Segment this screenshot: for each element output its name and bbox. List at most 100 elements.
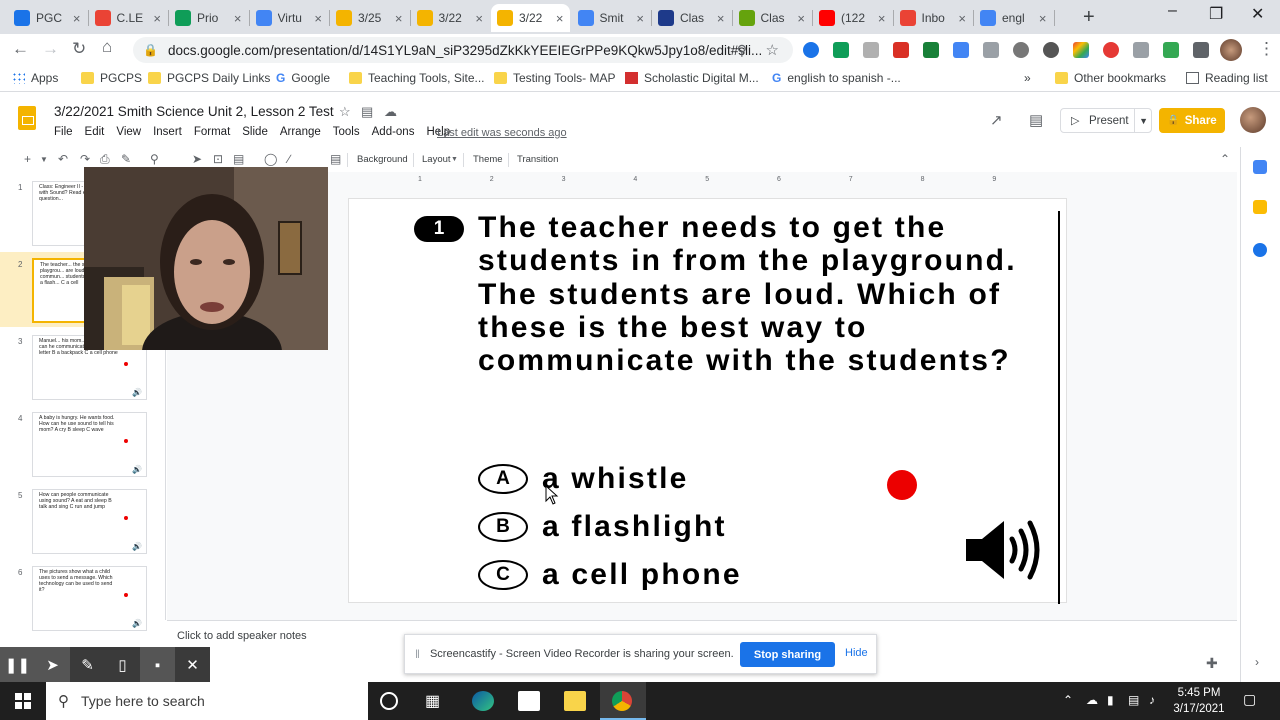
browser-tab[interactable]: Prio ×: [169, 4, 248, 32]
extension-icon[interactable]: [1073, 42, 1089, 58]
new-tab-button[interactable]: +: [1083, 6, 1095, 29]
answer-option[interactable]: C a cell phone: [478, 558, 742, 592]
shape-icon[interactable]: ◯: [264, 152, 277, 166]
home-icon[interactable]: ⌂: [102, 37, 112, 57]
speaker-volume-icon[interactable]: [964, 517, 1044, 583]
transition-button[interactable]: Transition: [517, 154, 558, 165]
cursor-icon[interactable]: ➤: [35, 647, 70, 683]
bookmark-teaching-tools[interactable]: Teaching Tools, Site...: [349, 71, 485, 85]
menu-addons[interactable]: Add-ons: [372, 126, 415, 138]
answer-option[interactable]: A a whistle: [478, 462, 689, 496]
battery-icon[interactable]: ▮: [1107, 693, 1114, 707]
menu-insert[interactable]: Insert: [153, 126, 182, 138]
document-title[interactable]: 3/22/2021 Smith Science Unit 2, Lesson 2…: [54, 104, 334, 119]
chrome-menu-icon[interactable]: ⋮: [1258, 39, 1275, 59]
bookmark-pgcps[interactable]: PGCPS: [81, 71, 142, 85]
bookmarks-overflow-button[interactable]: »: [1024, 71, 1031, 85]
select-cursor-icon[interactable]: ➤: [192, 152, 202, 166]
menu-arrange[interactable]: Arrange: [280, 126, 321, 138]
chevron-up-icon[interactable]: ⌃: [1063, 693, 1073, 707]
background-button[interactable]: Background: [357, 154, 408, 165]
browser-tab[interactable]: Virtu ×: [250, 4, 329, 32]
activity-trend-icon[interactable]: ↗: [990, 111, 1003, 129]
chrome-taskbar-button[interactable]: [600, 682, 646, 720]
answer-option[interactable]: B a flashlight: [478, 510, 727, 544]
close-tab-icon[interactable]: ×: [153, 11, 161, 26]
windows-start-icon[interactable]: [0, 682, 46, 720]
bookmark-google[interactable]: G Google: [276, 71, 330, 85]
image-icon[interactable]: ▤: [233, 152, 244, 166]
browser-tab[interactable]: 3/22 ×: [491, 4, 570, 32]
eraser-icon[interactable]: ▯: [105, 647, 140, 683]
close-tab-icon[interactable]: ×: [878, 11, 886, 26]
close-tab-icon[interactable]: ×: [797, 11, 805, 26]
bookmark-apps[interactable]: Apps: [12, 71, 58, 85]
comments-icon[interactable]: ▤: [1029, 111, 1043, 129]
close-tab-icon[interactable]: ×: [73, 11, 81, 26]
audio-record-dot[interactable]: [887, 470, 917, 500]
add-comment-icon[interactable]: ▤: [330, 152, 341, 166]
extension-icon[interactable]: [1163, 42, 1179, 58]
webcam-overlay[interactable]: [84, 167, 328, 350]
extension-icon[interactable]: [923, 42, 939, 58]
hide-button[interactable]: Hide: [845, 647, 868, 659]
zoom-icon[interactable]: ⚲: [737, 42, 747, 59]
bookmark-other[interactable]: Other bookmarks: [1055, 71, 1166, 85]
menu-tools[interactable]: Tools: [333, 126, 360, 138]
extension-icon[interactable]: [863, 42, 879, 58]
extension-icon[interactable]: [1133, 42, 1149, 58]
account-avatar[interactable]: [1240, 107, 1266, 133]
extensions-puzzle-icon[interactable]: [1193, 42, 1209, 58]
forward-icon[interactable]: →: [42, 39, 59, 59]
question-text[interactable]: The teacher needs to get the students in…: [478, 211, 1038, 377]
webcam-toggle-icon[interactable]: ▪: [140, 647, 175, 683]
reading-list-button[interactable]: Reading list: [1186, 71, 1268, 85]
paint-format-icon[interactable]: ✎: [121, 152, 131, 166]
browser-tab[interactable]: PGC ×: [8, 4, 87, 32]
notifications-icon[interactable]: ▢: [1243, 691, 1256, 708]
close-tab-icon[interactable]: ×: [234, 11, 242, 26]
new-slide-icon[interactable]: +: [24, 152, 31, 166]
theme-button[interactable]: Theme: [473, 154, 503, 165]
profile-avatar[interactable]: [1220, 39, 1242, 61]
extension-icon[interactable]: [893, 42, 909, 58]
edge-icon[interactable]: [472, 691, 494, 711]
tasks-icon[interactable]: [1253, 243, 1267, 257]
slide-thumbnail[interactable]: A baby is hungry. He wants food. How can…: [32, 412, 147, 477]
text-box-icon[interactable]: ⊡: [213, 152, 223, 166]
undo-icon[interactable]: ↶: [58, 152, 68, 166]
browser-tab[interactable]: 3/22 ×: [411, 4, 490, 32]
pause-icon[interactable]: ❚❚: [0, 647, 35, 683]
browser-tab[interactable]: Clas ×: [733, 4, 812, 32]
pen-icon[interactable]: ✎: [70, 647, 105, 683]
slide-thumbnail[interactable]: The pictures show what a child uses to s…: [32, 566, 147, 631]
share-button[interactable]: 🔒 Share: [1159, 108, 1225, 133]
close-icon[interactable]: ✕: [175, 647, 210, 683]
speaker-notes-placeholder[interactable]: Click to add speaker notes: [177, 630, 307, 642]
browser-tab[interactable]: C.LE ×: [89, 4, 168, 32]
browser-tab[interactable]: Smit ×: [572, 4, 651, 32]
maximize-button[interactable]: ❐: [1209, 4, 1223, 24]
cloud-icon[interactable]: ☁: [1086, 693, 1098, 707]
reload-icon[interactable]: ↻: [72, 39, 86, 59]
layout-button[interactable]: Layout: [422, 154, 451, 165]
extension-icon[interactable]: [1043, 42, 1059, 58]
volume-icon[interactable]: ♪: [1149, 693, 1155, 707]
menu-slide[interactable]: Slide: [242, 126, 268, 138]
close-tab-icon[interactable]: ×: [958, 11, 966, 26]
close-tab-icon[interactable]: ×: [717, 11, 725, 26]
keep-icon[interactable]: [1253, 200, 1267, 214]
extension-icon[interactable]: [803, 42, 819, 58]
redo-icon[interactable]: ↷: [80, 152, 90, 166]
chevron-right-icon[interactable]: ›: [1255, 655, 1259, 669]
address-bar[interactable]: 🔒 docs.google.com/presentation/d/14S1YL9…: [133, 37, 793, 63]
task-view-icon[interactable]: ▦: [425, 691, 447, 711]
last-edit-link[interactable]: Last edit was seconds ago: [437, 127, 567, 139]
close-tab-icon[interactable]: ×: [475, 11, 483, 26]
extension-icon[interactable]: [1013, 42, 1029, 58]
bookmark-star-icon[interactable]: ☆: [766, 41, 779, 59]
minimize-button[interactable]: –: [1168, 2, 1177, 20]
browser-tab[interactable]: 3/25 ×: [330, 4, 409, 32]
move-folder-icon[interactable]: ▤: [361, 104, 373, 120]
chevron-down-icon[interactable]: ▼: [1139, 116, 1148, 126]
